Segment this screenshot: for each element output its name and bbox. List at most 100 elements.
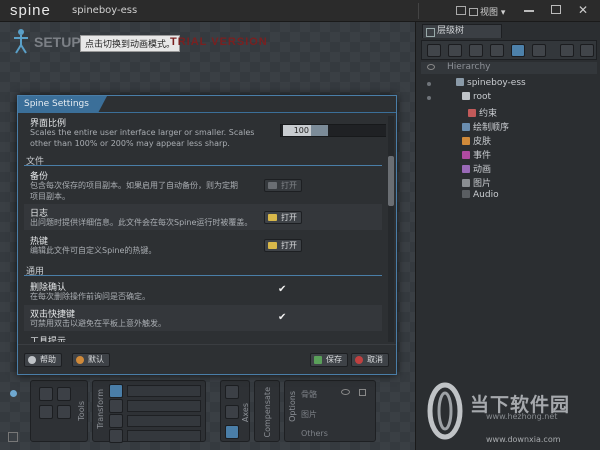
side-zoom-icon[interactable] [10,390,17,397]
option-others[interactable]: Others [301,429,328,438]
tree-item-images[interactable]: 图片 [462,176,491,189]
hierarchy-eye-icon[interactable] [427,64,435,70]
double-click-desc: 可禁用双击以避免在平板上意外触发。 [30,319,166,328]
settings-scrollbar[interactable] [388,116,394,342]
tree-pen-icon[interactable] [427,44,441,57]
skin-icon [462,137,470,145]
log-open-button[interactable]: 打开 [264,211,302,224]
tree-item-skeleton[interactable]: spineboy-ess [456,78,526,88]
fit-view-icon[interactable] [8,432,18,442]
project-name: spineboy-ess [72,5,138,16]
dialog-title-line [18,112,396,113]
title-bar: spine spineboy-ess 视图 ▾ ✕ [0,0,600,22]
help-button[interactable]: 帮助 [24,353,62,367]
hotkeys-open-button[interactable]: 打开 [264,239,302,252]
tree-bone-icon[interactable] [532,44,546,57]
tree-brush-icon[interactable] [469,44,483,57]
scale-value-field[interactable] [127,415,201,427]
double-click-checkbox[interactable]: ✔ [278,312,286,323]
scale-tool-button[interactable] [109,414,123,428]
log-desc: 出问题时提供详细信息。此文件会在每次Spine运行时被覆盖。 [30,218,253,227]
spineboy-figure-icon[interactable] [12,28,30,54]
axes-world-button[interactable] [225,425,239,439]
view-menu-button[interactable]: 视图 ▾ [469,5,505,18]
maximize-button[interactable] [551,5,561,14]
draw-order-icon [462,123,470,131]
constraint-icon [468,109,476,117]
event-icon [462,151,470,159]
close-button[interactable]: ✕ [578,3,588,17]
app-logo: spine [10,2,51,19]
tree-item-root[interactable]: root [462,92,491,102]
create-tool-button[interactable] [39,405,53,419]
dialog-title[interactable]: Spine Settings [18,96,107,113]
folder-icon [268,182,277,189]
tree-item-skins[interactable]: 皮肤 [462,134,491,147]
folder-icon [268,214,277,221]
options-panel: Options 骨骼 图片 Others [284,380,376,442]
delete-confirm-checkbox[interactable]: ✔ [278,284,286,295]
axes-panel: Axes [220,380,250,442]
title-separator [418,3,419,19]
minimize-button[interactable] [524,10,534,12]
bone-icon [462,92,470,100]
visibility-dot[interactable] [427,82,431,86]
rotate-tool-button[interactable] [109,384,123,398]
watermark-logo-icon [427,382,463,440]
mode-label[interactable]: SETUP [34,34,81,50]
tree-settings-icon[interactable] [560,44,574,57]
tree-path-icon[interactable] [490,44,504,57]
weights-tool-button[interactable] [57,387,71,401]
view-icon [469,8,478,16]
visibility-dot[interactable] [427,96,431,100]
pose-tool-button[interactable] [39,387,53,401]
tree-item-events[interactable]: 事件 [462,148,491,161]
scale-slider[interactable]: 100 [280,124,386,137]
translate-value-field[interactable] [127,400,201,412]
scale-value[interactable]: 100 [283,125,311,136]
tree-select-icon[interactable] [511,44,525,57]
axes-parent-button[interactable] [225,405,239,419]
watermark-url: www.downxia.com [486,435,561,444]
images-icon [462,179,470,187]
tree-item-draw-order[interactable]: 绘制顺序 [462,120,509,133]
option-bones[interactable]: 骨骼 [301,389,317,400]
scrollbar-thumb[interactable] [388,156,394,206]
shear-value-field[interactable] [127,430,201,442]
transform-label: Transform [96,389,105,429]
save-icon [314,356,322,364]
lock-icon[interactable] [359,389,366,396]
settings-dialog: Spine Settings 界面比例 Scales the entire us… [17,95,397,375]
transform-panel: Transform [92,380,206,443]
tree-item-constraints[interactable]: 约束 [468,106,497,119]
translate-tool-button[interactable] [109,399,123,413]
mode-tooltip: 点击切换到动画模式。 [80,35,181,52]
shear-tool-button[interactable] [109,429,123,443]
backup-open-button[interactable]: 打开 [264,179,302,192]
cancel-button[interactable]: 取消 [351,353,389,367]
save-button[interactable]: 保存 [310,353,348,367]
scale-slider-fill [311,125,328,136]
folder-icon [268,242,277,249]
tree-tab[interactable]: 层级树 [422,24,502,38]
visibility-eye-icon[interactable] [341,389,350,395]
rotate-value-field[interactable] [127,385,201,397]
tree-circle-icon[interactable] [448,44,462,57]
settings-body[interactable]: 界面比例 Scales the entire user interface la… [20,116,386,342]
compensate-label: Compensate [263,387,272,438]
tools-label: Tools [77,401,86,421]
axes-local-button[interactable] [225,385,239,399]
image-tool-button[interactable] [57,405,71,419]
tree-filter-icon[interactable] [580,44,594,57]
default-button[interactable]: 默认 [72,353,110,367]
tree-toolbar [421,40,597,60]
animation-icon [462,165,470,173]
option-images[interactable]: 图片 [301,409,317,420]
help-icon [28,356,36,364]
tools-panel: Tools [30,380,88,442]
skeleton-icon [456,78,464,86]
window-icon[interactable] [456,6,466,15]
tree-item-audio[interactable]: Audio [462,190,499,200]
tree-item-animations[interactable]: 动画 [462,162,491,175]
files-section-line [24,165,382,166]
